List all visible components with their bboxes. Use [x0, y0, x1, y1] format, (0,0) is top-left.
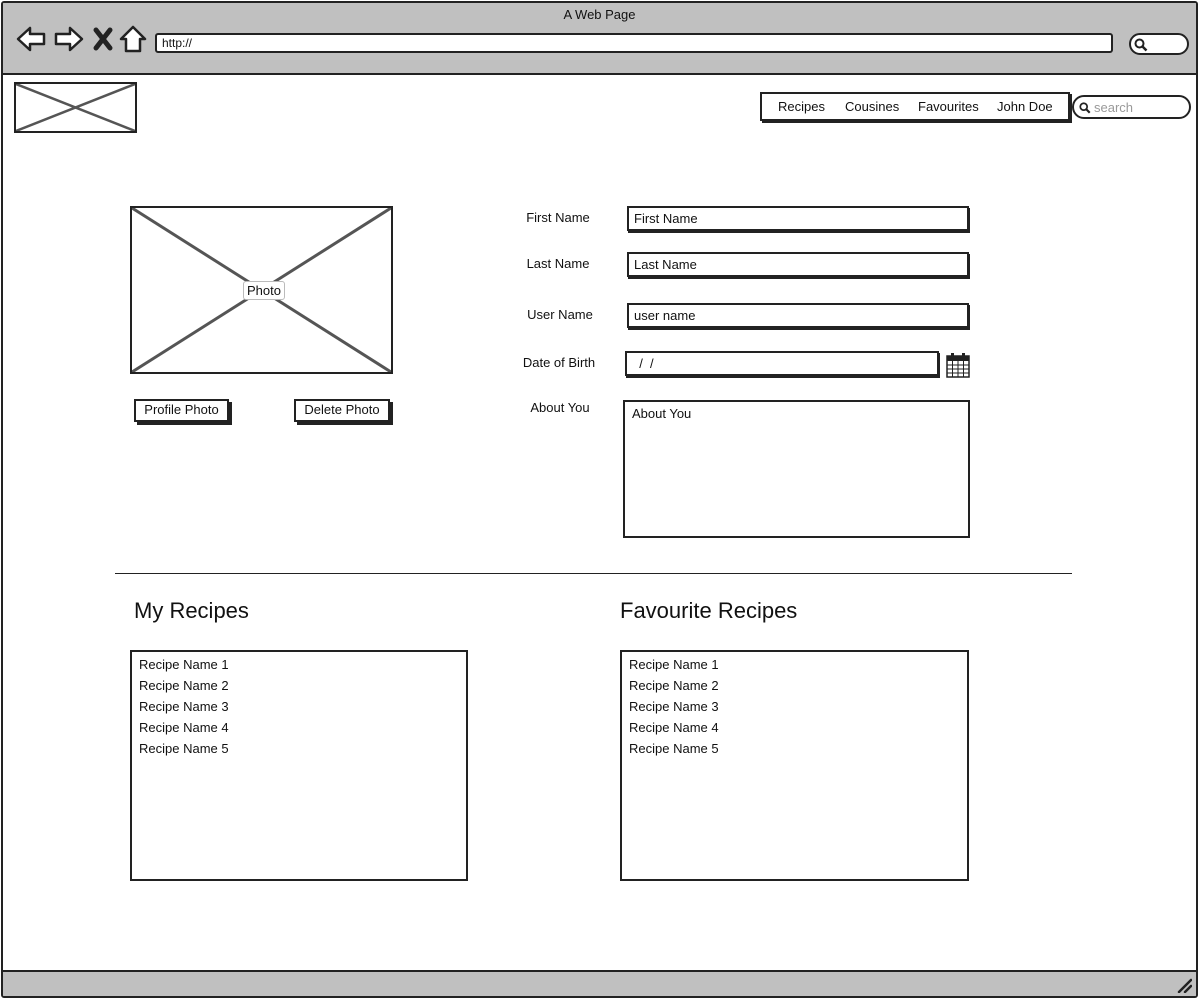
list-item[interactable]: Recipe Name 3: [139, 696, 459, 717]
browser-window: A Web Page http:// Recipes Cousines Favo…: [1, 1, 1198, 998]
my-recipes-list[interactable]: Recipe Name 1 Recipe Name 2 Recipe Name …: [130, 650, 468, 881]
search-icon: [1079, 102, 1091, 114]
date-of-birth-label: Date of Birth: [522, 355, 596, 370]
nav-item-favourites[interactable]: Favourites: [918, 99, 979, 114]
user-name-field[interactable]: user name: [627, 303, 969, 328]
delete-photo-button[interactable]: Delete Photo: [294, 399, 390, 422]
last-name-label: Last Name: [526, 256, 590, 271]
profile-photo: Photo: [130, 206, 393, 374]
list-item[interactable]: Recipe Name 4: [139, 717, 459, 738]
profile-photo-button[interactable]: Profile Photo: [134, 399, 229, 422]
last-name-field[interactable]: Last Name: [627, 252, 969, 277]
about-you-label: About You: [530, 400, 590, 415]
calendar-icon[interactable]: [946, 352, 970, 378]
site-logo[interactable]: [14, 82, 137, 133]
home-icon[interactable]: [117, 23, 149, 55]
status-bar: [3, 970, 1196, 996]
nav-item-user[interactable]: John Doe: [997, 99, 1053, 114]
photo-label: Photo: [243, 281, 285, 300]
favourite-recipes-list[interactable]: Recipe Name 1 Recipe Name 2 Recipe Name …: [620, 650, 969, 881]
list-item[interactable]: Recipe Name 4: [629, 717, 960, 738]
window-title: A Web Page: [563, 7, 636, 22]
list-item[interactable]: Recipe Name 3: [629, 696, 960, 717]
site-search-input[interactable]: search: [1072, 95, 1191, 119]
list-item[interactable]: Recipe Name 1: [139, 654, 459, 675]
main-nav-menu: Recipes Cousines Favourites John Doe: [760, 92, 1070, 121]
date-of-birth-field[interactable]: / /: [625, 351, 939, 376]
favourite-recipes-title: Favourite Recipes: [620, 598, 798, 623]
logo-placeholder-image: [15, 82, 136, 133]
browser-search-field[interactable]: [1129, 33, 1189, 55]
section-divider: [115, 573, 1072, 574]
search-placeholder: search: [1094, 100, 1134, 115]
nav-item-recipes[interactable]: Recipes: [778, 99, 825, 114]
about-you-textarea[interactable]: About You: [623, 400, 970, 538]
list-item[interactable]: Recipe Name 2: [139, 675, 459, 696]
browser-titlebar: A Web Page http://: [3, 3, 1196, 75]
back-arrow-icon[interactable]: [15, 23, 47, 55]
forward-arrow-icon[interactable]: [53, 23, 85, 55]
list-item[interactable]: Recipe Name 5: [139, 738, 459, 759]
list-item[interactable]: Recipe Name 5: [629, 738, 960, 759]
resize-grip-icon[interactable]: [1176, 977, 1192, 993]
url-bar[interactable]: http://: [155, 33, 1113, 53]
list-item[interactable]: Recipe Name 2: [629, 675, 960, 696]
first-name-field[interactable]: First Name: [627, 206, 969, 231]
search-icon: [1134, 38, 1148, 52]
first-name-label: First Name: [526, 210, 590, 225]
user-name-label: User Name: [527, 307, 593, 322]
nav-item-cousines[interactable]: Cousines: [845, 99, 899, 114]
my-recipes-title: My Recipes: [134, 598, 249, 623]
list-item[interactable]: Recipe Name 1: [629, 654, 960, 675]
